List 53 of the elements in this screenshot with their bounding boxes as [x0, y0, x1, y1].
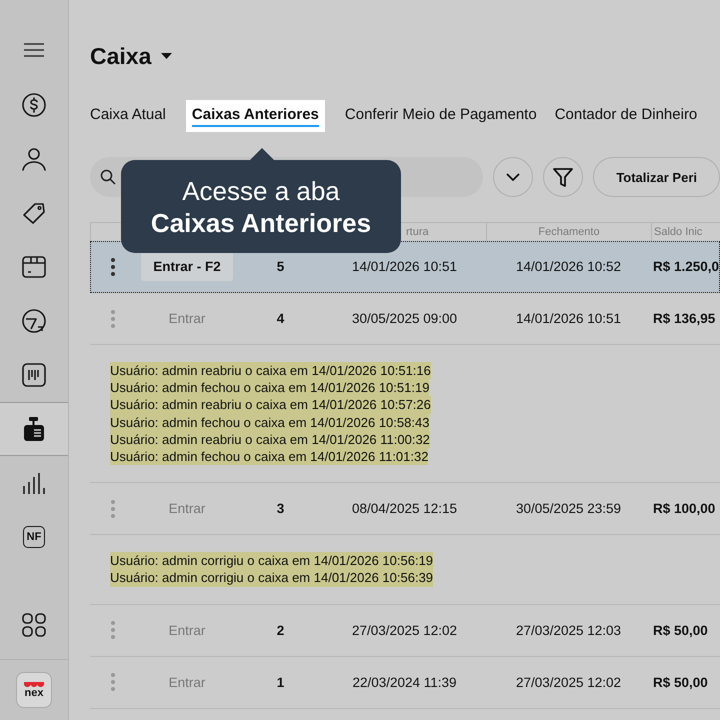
table-cell: 5	[276, 259, 284, 274]
table-cell: 2	[276, 622, 284, 638]
table-cell: 14/01/2026 10:52	[516, 259, 622, 274]
total-period-button[interactable]: Totalizar Peri	[593, 157, 720, 197]
table-cell-text: R$ 136,95	[652, 311, 716, 326]
page-title: Caixa	[90, 42, 152, 70]
table-cell: 27/03/2025 12:03	[516, 622, 622, 638]
table-cell-text: R$ 50,00	[652, 622, 709, 638]
sidebar-item[interactable]: NF	[0, 510, 68, 564]
column-header: rtura	[406, 225, 429, 240]
sidebar-item[interactable]	[0, 402, 68, 456]
enter-button[interactable]: Entrar - F2	[141, 252, 233, 281]
table-cell: 22/03/2024 11:39	[352, 674, 457, 690]
table-cell: 14/01/2026 10:51	[352, 259, 458, 274]
filter-button[interactable]	[543, 157, 584, 197]
tab[interactable]: Caixa Atual	[84, 100, 172, 132]
table-cell: 4	[276, 311, 284, 326]
cash-register-icon	[21, 416, 47, 442]
table-cell: 27/03/2025 12:02	[352, 622, 458, 638]
dropdown-caret-icon[interactable]	[161, 53, 172, 59]
app-logo[interactable]: nex	[16, 672, 52, 708]
box-icon	[21, 254, 47, 280]
tab[interactable]: Conferir Meio de Pagamento	[338, 100, 543, 132]
table-cell-text: R$ 1.250,0	[652, 259, 720, 274]
chevron-down-icon	[506, 173, 520, 181]
more-icon[interactable]	[111, 258, 115, 276]
column-header: Fechamento	[538, 225, 600, 240]
menu-icon[interactable]	[23, 42, 45, 58]
tooltip-text: Caixas Anteriores	[150, 206, 372, 238]
tooltip-text: Acesse a aba	[182, 174, 340, 206]
table-cell: 30/05/2025 09:00	[352, 311, 458, 326]
nf-icon: NF	[23, 526, 45, 548]
table-cell: 27/03/2025 12:02	[516, 674, 622, 690]
gauge-icon	[21, 308, 47, 334]
filter-icon	[552, 166, 574, 188]
column-header: Saldo Inic	[654, 225, 702, 240]
apps-grid-icon[interactable]	[22, 613, 46, 637]
table-row[interactable]: Entrar - F2 5 14/01/2026 10:51 14/01/2026 10:52 R$ 1.250,0	[90, 241, 720, 293]
tag-icon	[21, 200, 47, 226]
table-cell-text: R$ 100,00	[652, 501, 716, 516]
tab[interactable]: Caixas Anteriores	[186, 100, 325, 132]
table-cell-text: R$ 50,00	[652, 674, 709, 690]
bar-chart-icon	[21, 470, 47, 496]
person-icon	[21, 146, 47, 172]
dollar-icon	[21, 92, 47, 118]
table-cell: 14/01/2026 10:51	[516, 311, 622, 326]
search-icon	[100, 169, 116, 185]
tab[interactable]: Contador de Dinheiro	[548, 100, 704, 132]
table-cell: 08/04/2025 12:15	[352, 501, 458, 516]
table-cell: 30/05/2025 23:59	[516, 501, 622, 516]
barcode-icon	[21, 362, 47, 388]
table-cell: 1	[276, 674, 284, 690]
table-cell: 3	[276, 501, 284, 516]
